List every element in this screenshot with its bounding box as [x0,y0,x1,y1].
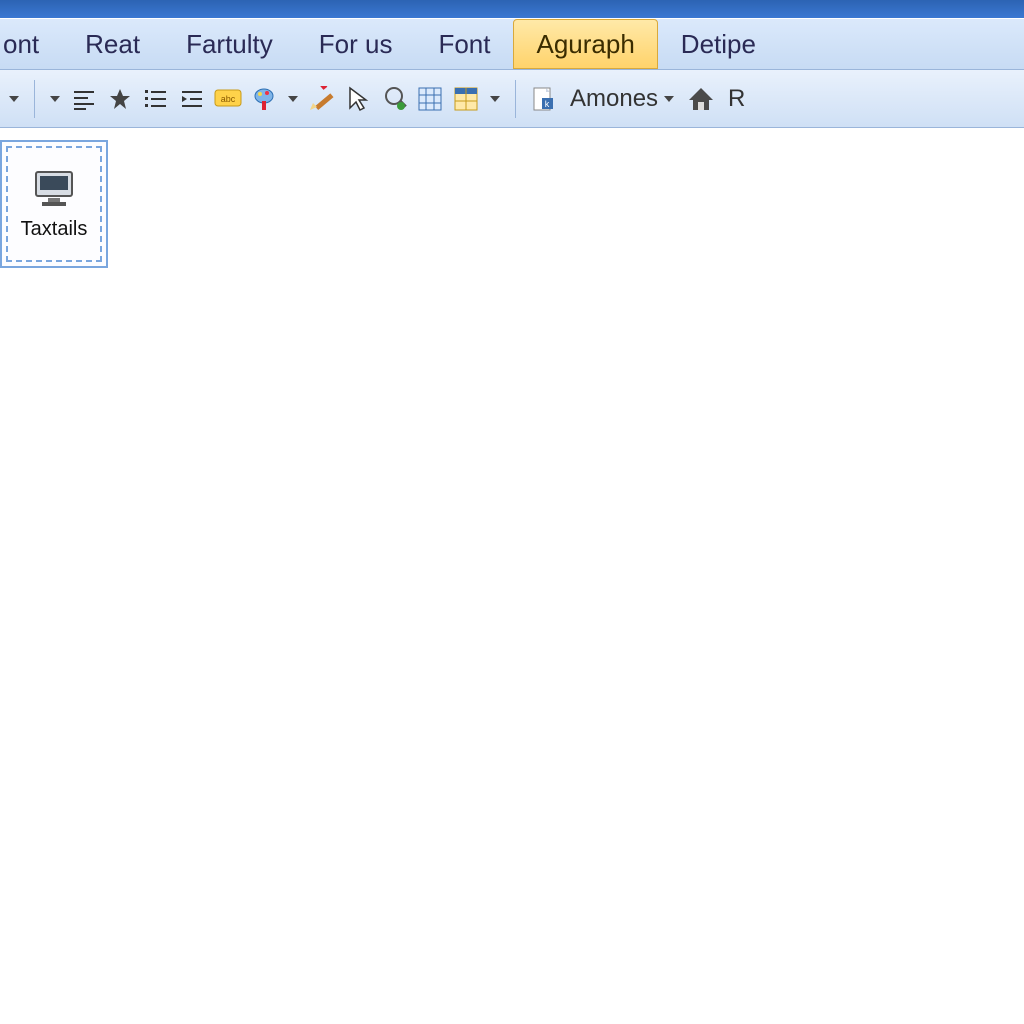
menu-label: Fartulty [186,29,273,60]
align-left-icon [72,87,96,111]
r-label: R [728,85,745,113]
title-bar [0,0,1024,18]
menu-item-font[interactable]: Font [415,19,513,69]
chevron-down-icon [288,96,298,102]
home-icon [687,86,715,112]
paint-icon [251,86,277,112]
indent-icon [180,87,204,111]
table-icon [418,87,442,111]
grid-icon [454,87,478,111]
dropdown-2[interactable] [47,84,63,114]
menu-item-reat[interactable]: Reat [62,19,163,69]
grid-button[interactable] [451,84,481,114]
svg-text:abc: abc [221,94,236,104]
pencil-button[interactable] [307,84,337,114]
taxtails-panel[interactable]: Taxtails [0,140,108,268]
svg-text:k: k [545,99,550,109]
list-button[interactable] [141,84,171,114]
table-button[interactable] [415,84,445,114]
monitor-icon [32,168,76,208]
toolbar: abc k Amones R [0,70,1024,128]
star-icon [109,88,131,110]
taxtails-label: Taxtails [21,218,88,241]
tag-icon: abc [214,89,242,109]
tag-button[interactable]: abc [213,84,243,114]
chevron-down-icon [490,96,500,102]
pencil-icon [309,86,335,112]
menu-label: Font [438,29,490,60]
paint-dropdown[interactable] [285,84,301,114]
menu-label: Reat [85,29,140,60]
menu-item-fartulty[interactable]: Fartulty [163,19,296,69]
menu-label: Aguraph [536,29,634,60]
home-button[interactable] [686,84,716,114]
paint-button[interactable] [249,84,279,114]
menu-item-ont[interactable]: ont [0,19,62,69]
dropdown-1[interactable] [6,84,22,114]
link-button[interactable] [379,84,409,114]
cursor-icon [347,86,369,112]
menu-label: ont [3,29,39,60]
amones-label: Amones [570,85,658,113]
amones-button[interactable]: Amones [564,85,680,113]
menu-label: Detipe [681,29,756,60]
link-icon [381,86,407,112]
menu-item-for-us[interactable]: For us [296,19,416,69]
doc-icon: k [532,86,554,112]
separator [34,80,35,118]
menu-item-detipe[interactable]: Detipe [658,19,779,69]
align-left-button[interactable] [69,84,99,114]
chevron-down-icon [9,96,19,102]
menu-bar: ont Reat Fartulty For us Font Aguraph De… [0,18,1024,70]
list-icon [144,87,168,111]
star-button[interactable] [105,84,135,114]
menu-label: For us [319,29,393,60]
chevron-down-icon [664,96,674,102]
indent-button[interactable] [177,84,207,114]
document-area: Taxtails [0,128,1024,1024]
doc-button[interactable]: k [528,84,558,114]
separator [515,80,516,118]
grid-dropdown[interactable] [487,84,503,114]
cursor-button[interactable] [343,84,373,114]
chevron-down-icon [50,96,60,102]
menu-item-aguraph[interactable]: Aguraph [513,19,657,69]
r-fragment[interactable]: R [722,85,747,113]
